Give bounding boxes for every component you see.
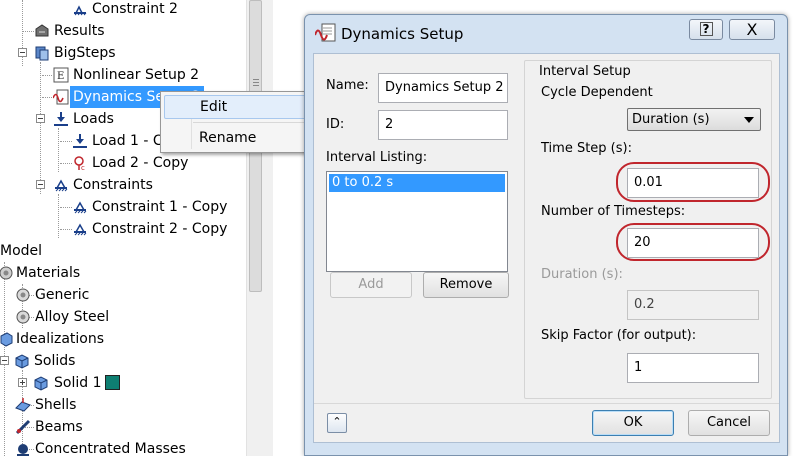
collapse-toggle[interactable]: [36, 114, 45, 123]
tree-label: Materials: [16, 265, 81, 281]
masses-icon: [17, 444, 29, 456]
constraint-icon: [74, 5, 87, 16]
name-label: Name:: [326, 78, 369, 93]
tree-label: Constraint 1 - Copy: [92, 199, 228, 215]
number-of-timesteps-label: Number of Timesteps:: [541, 204, 686, 219]
svg-text:E: E: [57, 71, 64, 82]
tree-label: Nonlinear Setup 2: [73, 67, 200, 83]
idealizations-icon: [0, 332, 13, 347]
tree-label: Concentrated Masses: [35, 441, 186, 456]
menu-item-label: Rename: [199, 130, 257, 146]
tree-label: BigSteps: [54, 45, 116, 61]
dynamics-setup-dialog: Dynamics Setup ? X Name: Dynamics Setup …: [304, 14, 788, 456]
shells-icon: [15, 398, 31, 412]
chevron-down-icon: [744, 117, 754, 123]
tree-label: Model: [0, 243, 43, 259]
menu-item-edit[interactable]: Edit: [164, 95, 306, 119]
beams-icon: [15, 419, 31, 435]
svg-text:c: c: [81, 164, 85, 171]
dynamics-icon: [53, 89, 69, 105]
context-menu: Edit Rename: [160, 91, 310, 153]
dynamics-icon: [315, 23, 336, 42]
load-icon: [73, 134, 87, 148]
id-label: ID:: [326, 117, 345, 132]
number-of-timesteps-input[interactable]: 20: [627, 228, 759, 258]
tree-label: Idealizations: [16, 331, 105, 347]
remove-button[interactable]: Remove: [423, 272, 509, 298]
cycle-dependent-label: Cycle Dependent: [541, 85, 653, 100]
tree-label: Loads: [73, 111, 114, 127]
model-tree[interactable]: Constraint 2 Results BigSteps E Nonlinea…: [0, 0, 246, 456]
menu-item-rename[interactable]: Rename: [164, 126, 306, 150]
interval-setup-group: Interval Setup Cycle Dependent Duration …: [524, 60, 772, 399]
id-input[interactable]: 2: [378, 110, 508, 140]
time-step-input[interactable]: 0.01: [627, 168, 759, 198]
constraint-icon: [74, 223, 87, 236]
skip-factor-input[interactable]: 1: [627, 353, 759, 383]
tree-label: Constraint 2: [92, 1, 178, 17]
panel-splitter[interactable]: [263, 0, 273, 456]
material-color-swatch: [105, 375, 120, 390]
tree-scrollbar[interactable]: [246, 0, 263, 456]
collapse-chevron-icon[interactable]: ⌃: [327, 413, 347, 433]
skip-factor-label: Skip Factor (for output):: [541, 328, 697, 343]
tree-label: Results: [54, 23, 105, 39]
constraint-icon: [74, 201, 87, 214]
results-icon: [35, 24, 49, 37]
tree-label: Generic: [35, 287, 90, 303]
collapse-toggle[interactable]: [18, 48, 27, 57]
dialog-client-area: Name: Dynamics Setup 2 ID: 2 Interval Li…: [313, 53, 780, 443]
expand-toggle[interactable]: [18, 378, 27, 387]
help-icon: ?: [699, 22, 713, 36]
tree-label: Alloy Steel: [35, 309, 110, 325]
solid-icon: [34, 376, 48, 391]
setup-icon: E: [53, 67, 69, 83]
cycle-dependent-select[interactable]: Duration (s): [627, 108, 761, 131]
interval-listing-label: Interval Listing:: [326, 150, 428, 165]
materials-icon: [0, 266, 13, 280]
tree-label: Solid 1: [54, 375, 102, 391]
divider: [314, 403, 779, 404]
tree-label: Solids: [34, 353, 76, 369]
material-icon: [16, 310, 30, 324]
interval-listbox[interactable]: 0 to 0.2 s: [326, 171, 508, 272]
name-input[interactable]: Dynamics Setup 2: [378, 73, 508, 103]
add-button[interactable]: Add: [330, 272, 412, 298]
select-value: Duration (s): [632, 112, 710, 127]
tree-label: Load 2 - Copy: [92, 155, 189, 171]
collapse-toggle[interactable]: [36, 180, 45, 189]
cancel-button[interactable]: Cancel: [688, 410, 770, 436]
duration-input[interactable]: 0.2: [627, 290, 759, 320]
tree-label: Constraints: [73, 177, 153, 193]
solids-icon: [15, 354, 29, 369]
collapse-toggle[interactable]: [0, 356, 9, 365]
dialog-titlebar[interactable]: Dynamics Setup ? X: [305, 15, 787, 53]
interval-setup-title: Interval Setup: [539, 64, 631, 79]
loads-icon: [54, 112, 68, 126]
analysis-icon: [35, 46, 49, 61]
ok-button[interactable]: OK: [592, 410, 674, 436]
duration-label: Duration (s):: [541, 267, 623, 282]
constraints-icon: [55, 179, 68, 192]
dialog-title: Dynamics Setup: [341, 25, 464, 43]
close-icon: X: [746, 20, 758, 39]
tree-label: Shells: [35, 397, 77, 413]
menu-item-label: Edit: [200, 99, 228, 115]
tree-label: Constraint 2 - Copy: [92, 221, 228, 237]
load-icon: c: [74, 156, 85, 171]
interval-list-item[interactable]: 0 to 0.2 s: [329, 174, 505, 192]
material-icon: [16, 288, 30, 302]
close-button[interactable]: X: [729, 19, 775, 40]
time-step-label: Time Step (s):: [541, 141, 632, 156]
help-button[interactable]: ?: [689, 19, 723, 40]
tree-label: Beams: [35, 419, 83, 435]
